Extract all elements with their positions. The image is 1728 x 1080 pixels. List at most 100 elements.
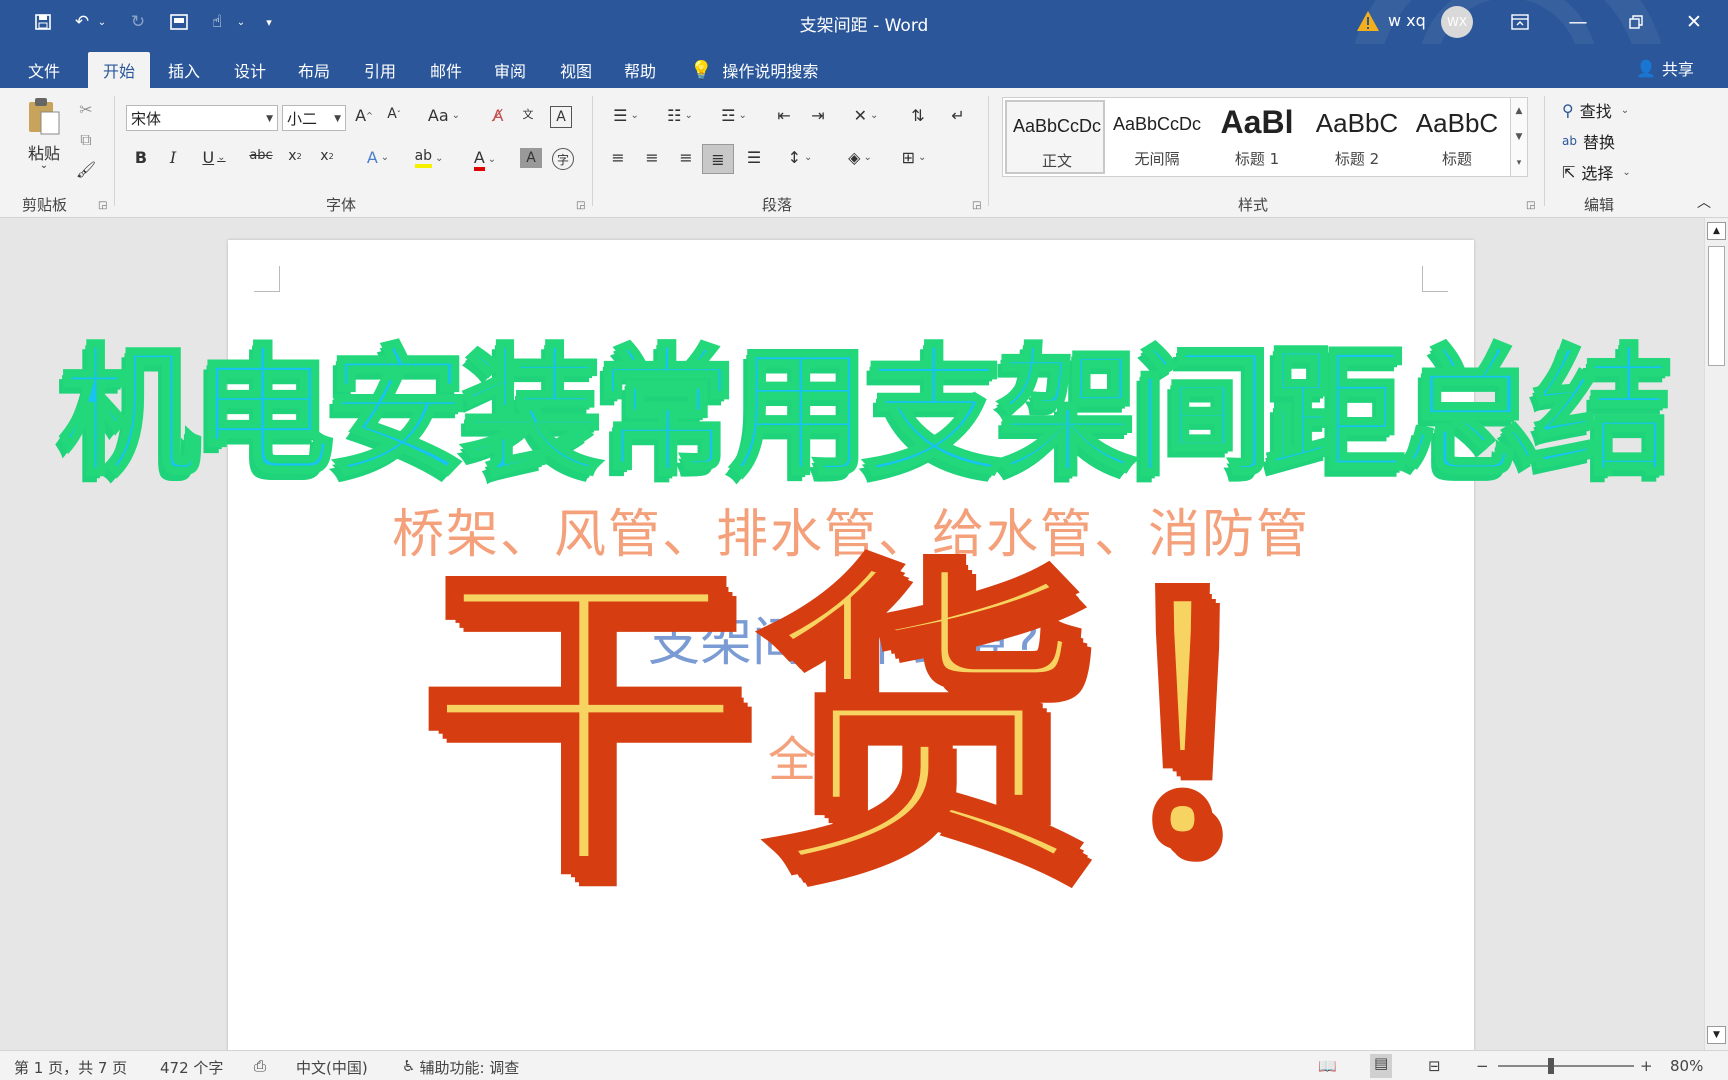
select-label: 选择 bbox=[1581, 164, 1614, 183]
select-button[interactable]: ⇱ 选择 ⌄ bbox=[1562, 160, 1631, 184]
tab-view[interactable]: 视图 bbox=[550, 52, 602, 88]
strikethrough-icon[interactable]: abc bbox=[248, 148, 274, 163]
warning-icon[interactable] bbox=[1356, 9, 1380, 33]
paragraph-launcher-icon[interactable]: ◲ bbox=[972, 200, 981, 211]
highlight-color-icon[interactable]: ab ⌄ bbox=[408, 148, 450, 168]
more-styles-icon[interactable]: ▾ bbox=[1517, 158, 1522, 168]
superscript-icon[interactable]: x2 bbox=[316, 148, 338, 164]
copy-icon[interactable]: ⧉ bbox=[76, 130, 96, 150]
style-heading-2[interactable]: AaBbC 标题 2 bbox=[1307, 100, 1407, 174]
tab-home[interactable]: 开始 bbox=[88, 52, 150, 88]
accessibility-status[interactable]: ♿ 辅助功能: 调查 bbox=[402, 1057, 519, 1078]
shading-icon[interactable]: ◈ ⌄ bbox=[840, 148, 880, 167]
find-button[interactable]: ⚲ 查找 ⌄ bbox=[1562, 98, 1629, 122]
text-effects-icon[interactable]: A ⌄ bbox=[360, 148, 396, 167]
zoom-level[interactable]: 80% bbox=[1670, 1057, 1703, 1075]
style-sample: AaBl bbox=[1220, 104, 1294, 140]
style-title[interactable]: AaBbC 标题 bbox=[1407, 100, 1507, 174]
tab-mailings[interactable]: 邮件 bbox=[420, 52, 472, 88]
align-left-icon[interactable]: ≡ bbox=[606, 148, 630, 167]
tab-help[interactable]: 帮助 bbox=[614, 52, 666, 88]
sort-icon[interactable]: ⇅ bbox=[906, 106, 930, 125]
multilevel-list-icon[interactable]: ☲ ⌄ bbox=[714, 106, 754, 125]
decrease-indent-icon[interactable]: ⇤ bbox=[772, 106, 796, 125]
chevron-up-icon[interactable]: ▲ bbox=[1516, 106, 1523, 116]
style-no-spacing[interactable]: AaBbCcDc 无间隔 bbox=[1107, 100, 1207, 174]
styles-gallery: AaBbCcDc 正文 AaBbCcDc 无间隔 AaBl 标题 1 AaBbC… bbox=[1002, 97, 1526, 177]
numbering-icon[interactable]: ☷ ⌄ bbox=[660, 106, 700, 125]
proofing-icon[interactable]: ⎙ bbox=[254, 1057, 266, 1075]
share-button[interactable]: 👤 共享 bbox=[1636, 56, 1694, 80]
tab-file[interactable]: 文件 bbox=[18, 52, 70, 88]
language[interactable]: 中文(中国) bbox=[296, 1057, 368, 1078]
scroll-down-icon[interactable]: ▼ bbox=[1707, 1026, 1726, 1044]
overlay-headline: 机电安装常用支架间距总结 bbox=[58, 330, 1676, 497]
styles-launcher-icon[interactable]: ◲ bbox=[1526, 200, 1535, 211]
replace-button[interactable]: ab 替换 bbox=[1562, 129, 1615, 153]
paste-icon[interactable] bbox=[24, 96, 64, 136]
tab-insert[interactable]: 插入 bbox=[158, 52, 210, 88]
align-right-icon[interactable]: ≡ bbox=[674, 148, 698, 167]
center-icon[interactable]: ≡ bbox=[640, 148, 664, 167]
font-size-value: 小二 bbox=[287, 109, 318, 128]
font-launcher-icon[interactable]: ◲ bbox=[576, 200, 585, 211]
line-spacing-icon[interactable]: ↕ ⌄ bbox=[780, 148, 820, 167]
zoom-slider[interactable] bbox=[1498, 1065, 1634, 1067]
restore-icon[interactable] bbox=[1618, 8, 1654, 36]
show-formatting-icon[interactable]: ↵ bbox=[946, 106, 970, 125]
font-name-combo[interactable]: 宋体 ▼ bbox=[126, 105, 278, 131]
phonetic-guide-icon[interactable]: 文 bbox=[518, 106, 538, 122]
minimize-icon[interactable]: — bbox=[1560, 8, 1596, 36]
justify-icon[interactable]: ≣ bbox=[702, 144, 734, 174]
avatar[interactable]: WX bbox=[1441, 6, 1473, 38]
styles-scroll[interactable]: ▲ ▼ ▾ bbox=[1510, 97, 1528, 177]
character-shading-icon[interactable]: A bbox=[520, 148, 542, 168]
clear-formatting-icon[interactable]: A̸ bbox=[488, 106, 508, 125]
shrink-font-icon[interactable]: Aˇ bbox=[384, 106, 404, 122]
font-color-icon[interactable]: A ⌄ bbox=[464, 148, 506, 171]
tell-me-search[interactable]: 💡 操作说明搜索 bbox=[690, 52, 818, 88]
bullets-icon[interactable]: ☰ ⌄ bbox=[606, 106, 646, 125]
borders-icon[interactable]: ⊞ ⌄ bbox=[894, 148, 934, 167]
subscript-icon[interactable]: x2 bbox=[284, 148, 306, 164]
margin-mark bbox=[1422, 266, 1448, 292]
tab-design[interactable]: 设计 bbox=[224, 52, 276, 88]
font-size-combo[interactable]: 小二 ▼ bbox=[282, 105, 346, 131]
cut-icon[interactable]: ✂ bbox=[76, 100, 96, 119]
zoom-out-icon[interactable]: − bbox=[1476, 1057, 1489, 1075]
paste-dropdown-icon[interactable]: ⌄ bbox=[36, 160, 52, 171]
character-border-icon[interactable]: A bbox=[550, 106, 572, 128]
change-case-icon[interactable]: Aa ⌄ bbox=[426, 106, 462, 125]
page-count[interactable]: 第 1 页，共 7 页 bbox=[14, 1057, 127, 1078]
format-painter-icon[interactable]: 🖌 bbox=[76, 160, 96, 179]
tab-layout[interactable]: 布局 bbox=[288, 52, 340, 88]
chinese-layout-icon[interactable]: ✕ ⌄ bbox=[846, 106, 886, 125]
search-icon: ⚲ bbox=[1562, 100, 1574, 120]
zoom-slider-thumb[interactable] bbox=[1548, 1058, 1554, 1074]
increase-indent-icon[interactable]: ⇥ bbox=[806, 106, 830, 125]
style-name: 标题 1 bbox=[1234, 150, 1280, 168]
style-name: 标题 2 bbox=[1334, 150, 1380, 168]
grow-font-icon[interactable]: A ^ bbox=[354, 106, 374, 125]
clipboard-launcher-icon[interactable]: ◲ bbox=[98, 200, 107, 211]
collapse-ribbon-icon[interactable]: ︿ bbox=[1692, 192, 1716, 212]
read-mode-icon[interactable]: 📖 bbox=[1318, 1057, 1337, 1075]
tab-review[interactable]: 审阅 bbox=[484, 52, 536, 88]
user-name[interactable]: w xq bbox=[1388, 11, 1426, 30]
style-heading-1[interactable]: AaBl 标题 1 bbox=[1207, 100, 1307, 174]
underline-icon[interactable]: U ⌄ bbox=[196, 148, 232, 167]
italic-icon[interactable]: I bbox=[164, 148, 182, 167]
bold-icon[interactable]: B bbox=[132, 148, 150, 167]
word-count[interactable]: 472 个字 bbox=[160, 1057, 223, 1078]
zoom-in-icon[interactable]: + bbox=[1640, 1057, 1653, 1075]
distributed-icon[interactable]: ☰ bbox=[742, 148, 766, 167]
print-layout-icon[interactable]: ▤ bbox=[1370, 1054, 1393, 1078]
scroll-up-icon[interactable]: ▲ bbox=[1707, 222, 1726, 240]
style-normal[interactable]: AaBbCcDc 正文 bbox=[1005, 100, 1105, 174]
close-icon[interactable]: ✕ bbox=[1676, 8, 1712, 36]
web-layout-icon[interactable]: ⊟ bbox=[1428, 1057, 1441, 1075]
enclose-characters-icon[interactable]: 字 bbox=[552, 148, 574, 170]
chevron-down-icon[interactable]: ▼ bbox=[1516, 132, 1523, 142]
ribbon-display-options-icon[interactable] bbox=[1502, 8, 1538, 36]
tab-references[interactable]: 引用 bbox=[354, 52, 406, 88]
